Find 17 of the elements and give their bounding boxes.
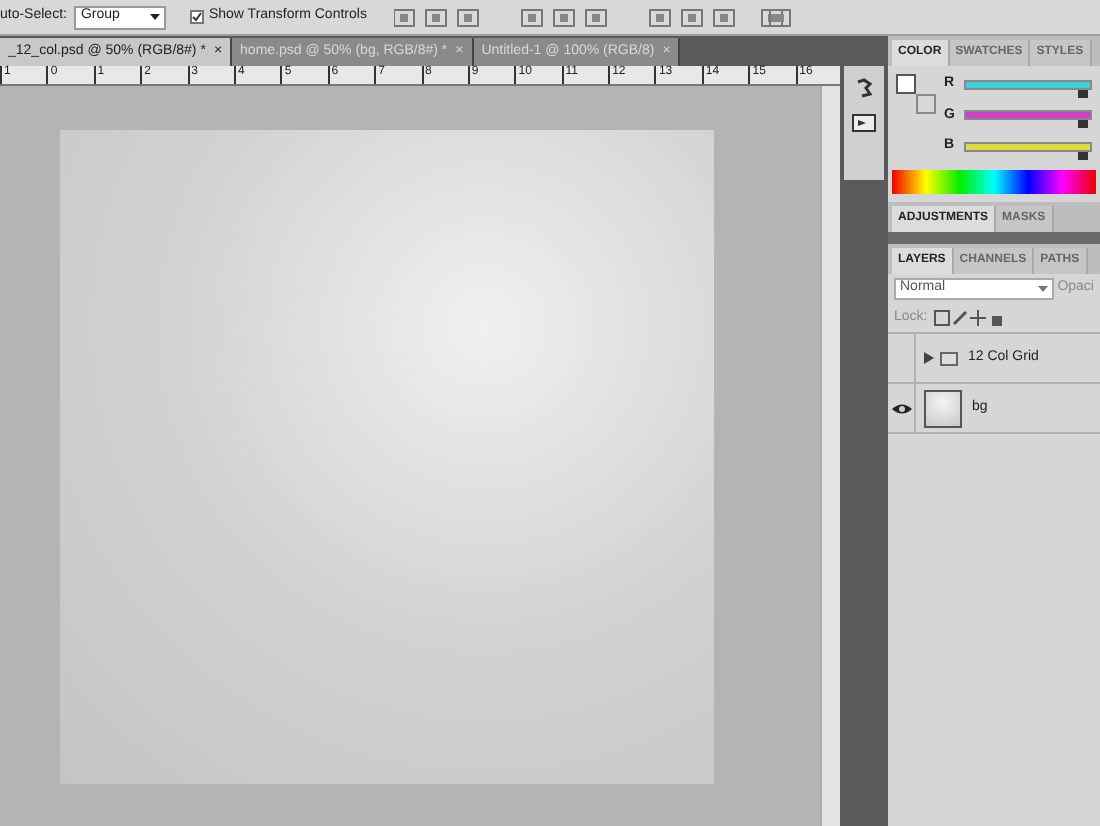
slider-thumb[interactable] <box>1077 151 1088 160</box>
slider-thumb[interactable] <box>1077 120 1088 129</box>
visibility-toggle[interactable] <box>888 384 916 432</box>
dropdown-arrow-icon[interactable] <box>150 14 161 20</box>
layer-thumbnail <box>924 389 962 427</box>
align-icons-drawing[interactable] <box>394 7 795 27</box>
actions-icon[interactable] <box>852 114 876 132</box>
background-swatch[interactable] <box>916 94 936 114</box>
checkbox[interactable] <box>190 10 205 24</box>
expand-triangle-icon[interactable] <box>924 352 934 364</box>
foreground-swatch[interactable] <box>896 74 916 94</box>
lock-options-icons-drawing[interactable] <box>933 310 1002 326</box>
folder-icon <box>940 351 958 365</box>
slider-thumb[interactable] <box>1077 89 1088 98</box>
eye-icon[interactable] <box>891 401 911 415</box>
scrollbar[interactable] <box>820 86 840 826</box>
color-spectrum[interactable] <box>892 170 1096 194</box>
